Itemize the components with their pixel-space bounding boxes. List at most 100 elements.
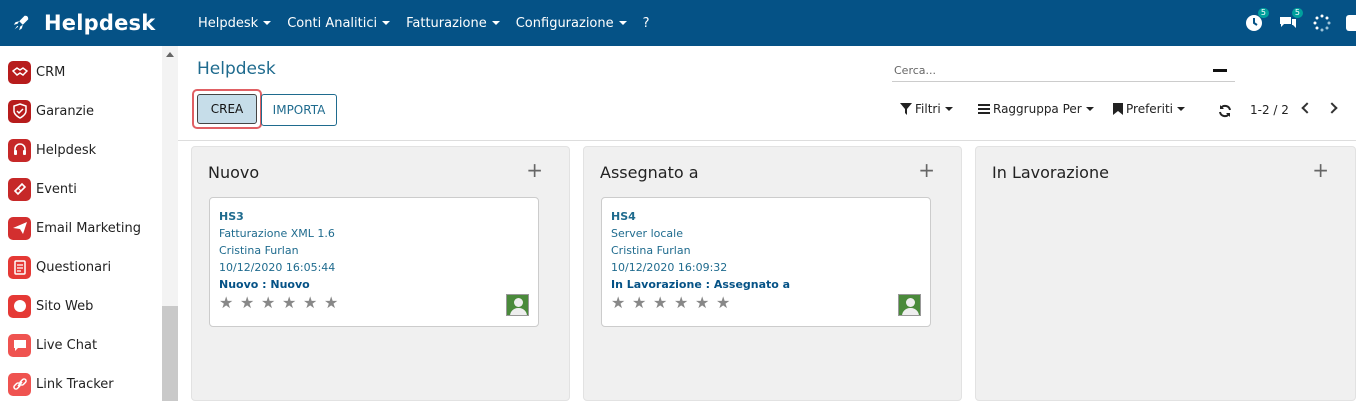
pager-previous-icon[interactable] xyxy=(1301,102,1313,114)
column-title[interactable]: Assegnato a xyxy=(600,163,699,182)
sidebar-item-label: CRM xyxy=(36,64,66,80)
star-icon[interactable]: ★ xyxy=(219,295,240,311)
avatar-head xyxy=(906,298,915,307)
star-icon[interactable]: ★ xyxy=(282,295,303,311)
paper-plane-icon xyxy=(8,216,31,240)
scroll-up-icon[interactable] xyxy=(166,52,174,57)
menu-fatturazione[interactable]: Fatturazione xyxy=(398,16,508,31)
favorites-label: Preferiti xyxy=(1126,102,1173,116)
menu-label: ? xyxy=(642,15,650,31)
sidebar-item-link-tracker[interactable]: Link Tracker xyxy=(8,371,114,397)
quick-create-plus-icon[interactable]: + xyxy=(918,160,935,180)
systray: 5 5 xyxy=(1244,0,1356,46)
create-button[interactable]: CREA xyxy=(197,94,257,124)
kanban-card[interactable]: HS3 Fatturazione XML 1.6 Cristina Furlan… xyxy=(209,197,539,327)
messages-badge: 5 xyxy=(1291,8,1303,18)
caret-down-icon xyxy=(944,107,953,111)
quick-create-plus-icon[interactable]: + xyxy=(526,160,543,180)
priority-stars: ★ ★ ★ ★ ★ ★ xyxy=(219,295,345,311)
avatar[interactable] xyxy=(506,294,529,316)
rocket-icon xyxy=(13,15,29,31)
kanban-card[interactable]: HS4 Server locale Cristina Furlan 10/12/… xyxy=(601,197,931,327)
activity-icon[interactable]: 5 xyxy=(1244,8,1269,33)
ticket-stage: In Lavorazione : Assegnato a xyxy=(611,278,791,291)
ticket-subject: Fatturazione XML 1.6 xyxy=(219,227,335,240)
main-content: Helpdesk Cerca... CREA IMPORTA Filtri Ra… xyxy=(178,46,1356,401)
import-button[interactable]: IMPORTA xyxy=(261,94,337,126)
menu-configurazione[interactable]: Configurazione xyxy=(508,16,635,31)
avatar-body xyxy=(902,308,919,315)
sidebar-item-helpdesk[interactable]: Helpdesk xyxy=(8,137,96,163)
app-brand[interactable]: Helpdesk xyxy=(0,11,190,35)
kanban-column-assegnato: Assegnato a + HS4 Server locale Cristina… xyxy=(583,146,962,401)
kanban-column-in-lavorazione: In Lavorazione + xyxy=(975,146,1356,401)
sidebar-item-live-chat[interactable]: Live Chat xyxy=(8,332,97,358)
top-navbar: Helpdesk Helpdesk Conti Analitici Fattur… xyxy=(0,0,1356,46)
sidebar-item-label: Link Tracker xyxy=(36,376,114,392)
menu-help[interactable]: ? xyxy=(635,16,658,31)
avatar[interactable] xyxy=(898,294,921,316)
sidebar-item-label: Questionari xyxy=(36,259,112,275)
star-icon[interactable]: ★ xyxy=(261,295,282,311)
star-icon[interactable]: ★ xyxy=(611,295,632,311)
headset-icon xyxy=(8,138,31,162)
collapse-icon[interactable] xyxy=(1213,69,1227,72)
filter-icon xyxy=(900,103,912,115)
create-button-highlight: CREA xyxy=(192,89,262,129)
loading-spinner-icon xyxy=(1312,13,1332,33)
star-icon[interactable]: ★ xyxy=(695,295,716,311)
ticket-subject: Server locale xyxy=(611,227,683,240)
priority-stars: ★ ★ ★ ★ ★ ★ xyxy=(611,295,737,311)
messages-icon[interactable]: 5 xyxy=(1278,8,1303,33)
scrollbar-thumb[interactable] xyxy=(162,306,178,401)
caret-down-icon xyxy=(491,21,500,25)
search-input[interactable]: Cerca... xyxy=(892,62,1235,82)
caret-down-icon xyxy=(618,21,627,25)
star-icon[interactable]: ★ xyxy=(653,295,674,311)
quick-create-plus-icon[interactable]: + xyxy=(1312,160,1329,180)
filters-dropdown[interactable]: Filtri xyxy=(900,102,953,116)
ticket-customer: Cristina Furlan xyxy=(219,244,299,257)
column-title[interactable]: In Lavorazione xyxy=(992,163,1109,182)
star-icon[interactable]: ★ xyxy=(324,295,345,311)
star-icon[interactable]: ★ xyxy=(240,295,261,311)
star-icon[interactable]: ★ xyxy=(716,295,737,311)
sidebar-item-sito-web[interactable]: Sito Web xyxy=(8,293,93,319)
page-title[interactable]: Helpdesk xyxy=(197,59,276,79)
sidebar-item-garanzie[interactable]: Garanzie xyxy=(8,98,94,124)
menu-conti-analitici[interactable]: Conti Analitici xyxy=(279,16,398,31)
favorites-dropdown[interactable]: Preferiti xyxy=(1113,102,1185,116)
activity-badge: 5 xyxy=(1257,8,1269,18)
caret-down-icon xyxy=(1085,107,1094,111)
sidebar-item-questionari[interactable]: Questionari xyxy=(8,254,111,280)
sidebar-item-label: Garanzie xyxy=(36,103,95,119)
menu-label: Configurazione xyxy=(515,15,614,31)
list-icon xyxy=(978,104,990,114)
sidebar-item-label: Helpdesk xyxy=(36,142,97,158)
sidebar-scrollbar[interactable] xyxy=(162,46,178,401)
star-icon[interactable]: ★ xyxy=(632,295,653,311)
ticket-datetime: 10/12/2020 16:05:44 xyxy=(219,261,336,274)
sidebar-item-label: Sito Web xyxy=(36,298,94,314)
menu-helpdesk[interactable]: Helpdesk xyxy=(190,16,279,31)
bookmark-icon xyxy=(1113,103,1123,115)
ticket-datetime: 10/12/2020 16:09:32 xyxy=(611,261,728,274)
chat-icon xyxy=(8,333,31,357)
sidebar-item-eventi[interactable]: Eventi xyxy=(8,176,77,202)
groupby-dropdown[interactable]: Raggruppa Per xyxy=(978,102,1094,116)
shield-icon xyxy=(8,99,31,123)
refresh-icon[interactable] xyxy=(1218,104,1232,118)
star-icon[interactable]: ★ xyxy=(303,295,324,311)
menu-label: Conti Analitici xyxy=(287,15,378,31)
avatar-body xyxy=(510,308,527,315)
sidebar-item-label: Eventi xyxy=(36,181,77,197)
star-icon[interactable]: ★ xyxy=(674,295,695,311)
app-name: Helpdesk xyxy=(44,11,156,35)
sidebar-item-crm[interactable]: CRM xyxy=(8,59,65,85)
sidebar-item-email-marketing[interactable]: Email Marketing xyxy=(8,215,141,241)
control-panel-divider xyxy=(178,140,1356,141)
user-menu[interactable] xyxy=(1346,15,1356,31)
pager-next-icon[interactable] xyxy=(1326,102,1338,114)
column-title[interactable]: Nuovo xyxy=(208,163,259,182)
pager-value[interactable]: 1-2 / 2 xyxy=(1250,103,1289,117)
